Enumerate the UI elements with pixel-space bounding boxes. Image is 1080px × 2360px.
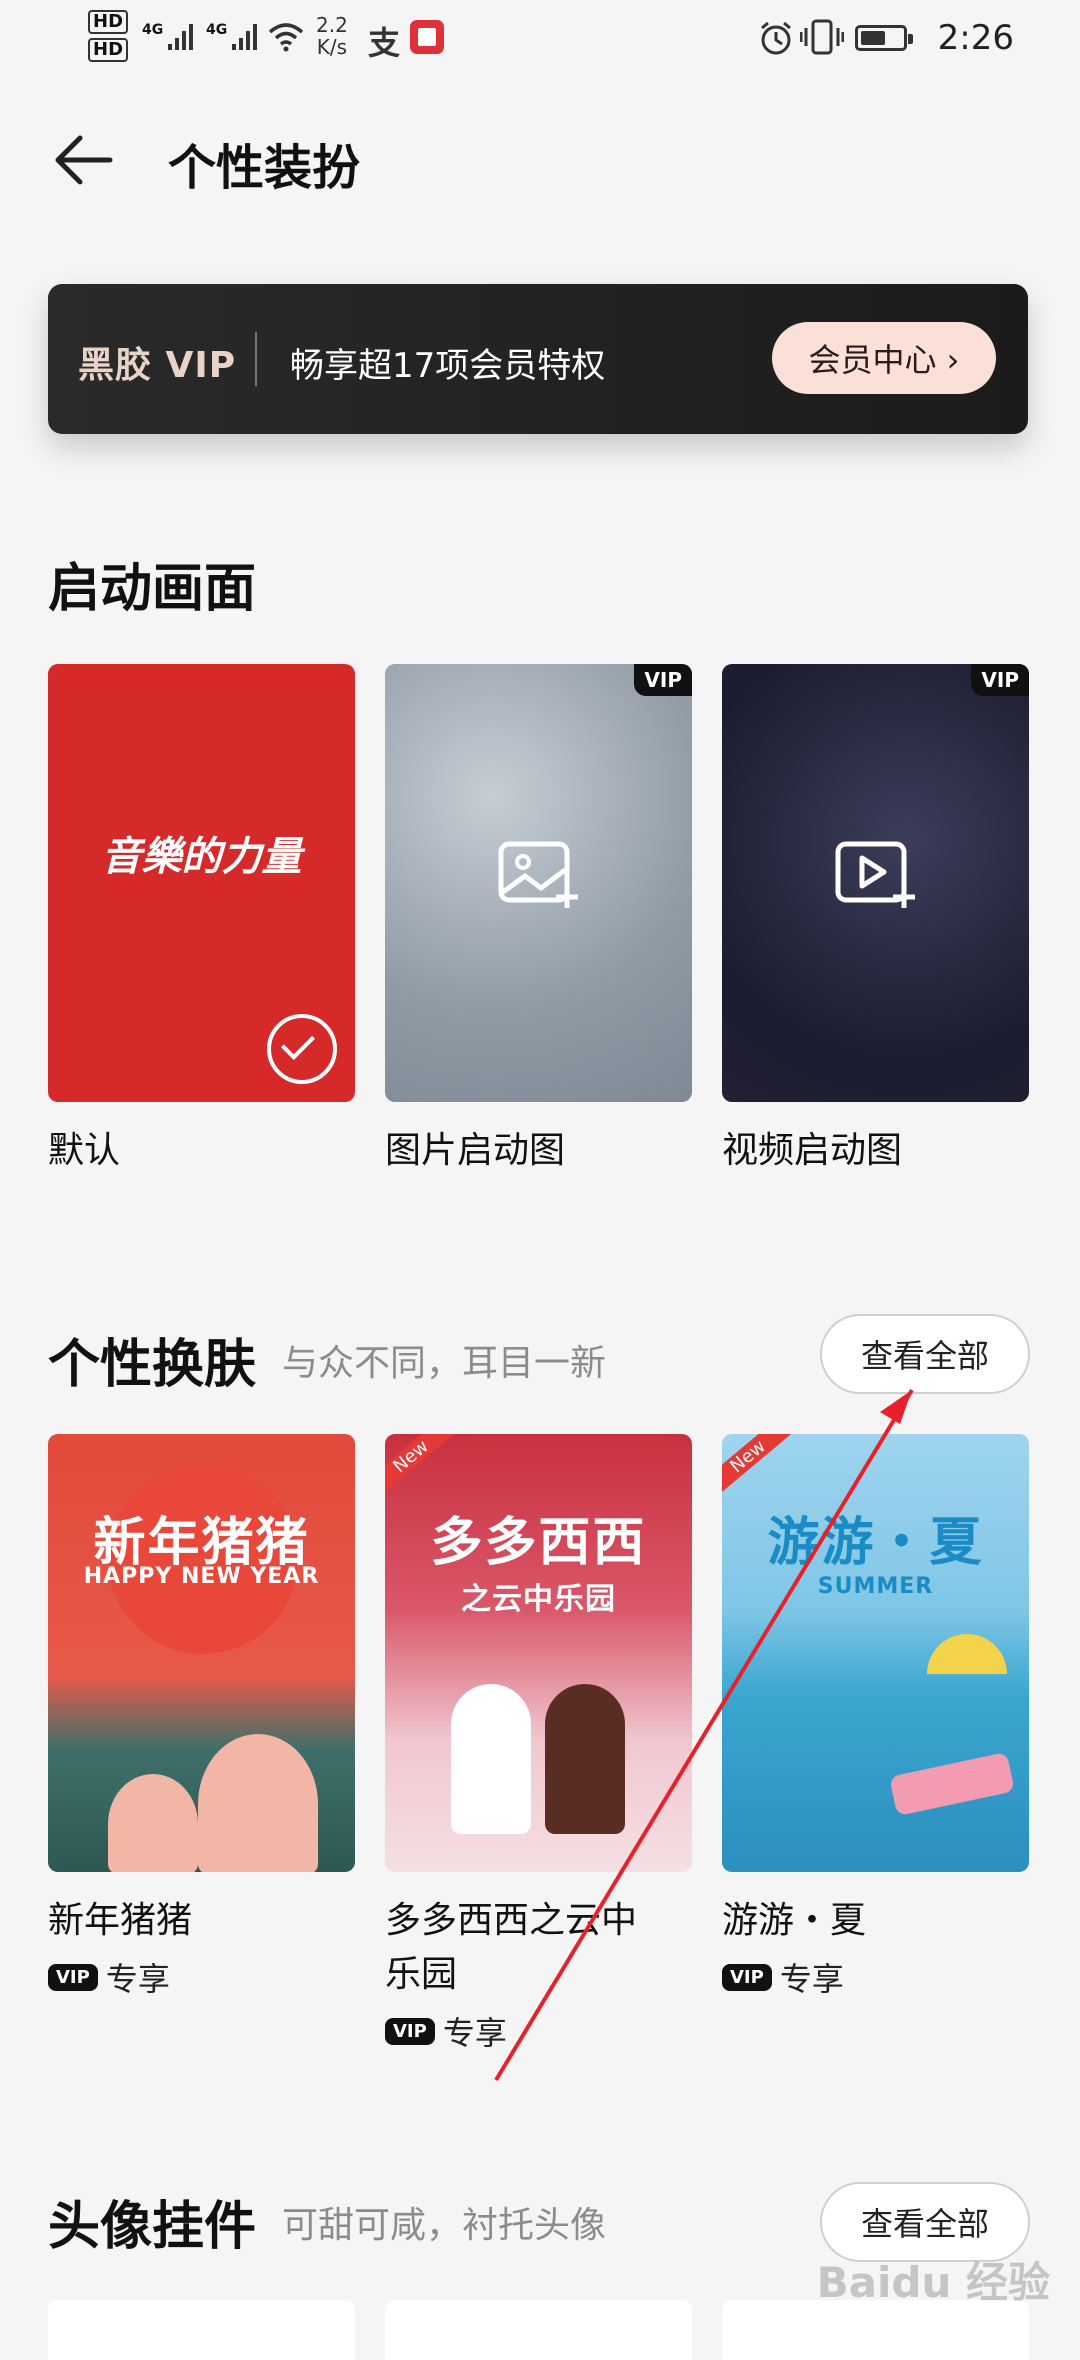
back-arrow-icon[interactable] [50,130,120,190]
member-center-button[interactable]: 会员中心 › [772,322,996,394]
section-title-avatar: 头像挂件 [48,2197,257,2257]
startup-label-video: 视频启动图 [722,1130,903,1171]
vibrate-icon [800,19,844,55]
startup-card-image[interactable]: VIP [385,664,692,1102]
new-tag: New [722,1434,794,1497]
section-subtitle-skins: 与众不同，耳目一新 [282,1343,607,1384]
signal-icon [168,24,193,50]
avatar-card[interactable] [385,2300,692,2360]
hd-indicator: HD [88,10,129,34]
wifi-icon [268,23,304,52]
new-tag: New [385,1434,457,1497]
vip-exclusive: VIP 专享 [722,1954,844,2000]
vip-badge: VIP [971,664,1029,696]
vip-banner[interactable]: 黑胶 VIP 畅享超17项会员特权 会员中心 › [48,284,1028,434]
startup-card-video[interactable]: VIP [722,664,1029,1102]
image-add-icon [498,841,578,908]
skin-art-subtitle: HAPPY NEW YEAR [83,1564,320,1589]
skin-art-subtitle: SUMMER [817,1574,934,1599]
section-title-startup: 启动画面 [48,559,257,619]
alipay-icon: 支 [368,24,401,62]
selected-check-icon [267,1014,337,1084]
skin-label: 游游・夏 [722,1900,867,1941]
startup-label-image: 图片启动图 [385,1130,566,1171]
divider [255,332,257,386]
section-subtitle-avatar: 可甜可咸，衬托头像 [282,2205,607,2246]
avatar-card[interactable] [48,2300,355,2360]
alarm-icon [761,21,791,55]
skin-label: 多多西西之云中 乐园 [385,1900,638,1995]
video-add-icon [835,841,915,908]
skins-view-all-button[interactable]: 查看全部 [820,1314,1030,1394]
status-bar: HD HD 4G 4G 2.2 K/s 支 2:26 [0,0,1080,80]
vip-badge: VIP [722,1963,772,1991]
signal-icon [232,24,257,50]
vip-logo: 黑胶 VIP [78,345,237,386]
skin-art-title: 游游・夏 [767,1513,984,1573]
battery-icon [855,25,913,51]
clock: 2:26 [937,18,1014,58]
vip-badge: VIP [385,2017,435,2045]
skin-art-title: 多多西西 [430,1513,647,1573]
vip-exclusive: VIP 专享 [48,1954,170,2000]
startup-label-default: 默认 [48,1130,121,1171]
network-type: 4G [206,22,228,38]
watermark: Baidu 经验 [816,2258,1050,2307]
skin-label: 新年猪猪 [48,1900,193,1941]
skin-card-new-year-pig[interactable]: 新年猪猪 HAPPY NEW YEAR [48,1434,355,1872]
book-app-icon [410,20,444,54]
startup-art-text: 音樂的力量 [101,834,302,880]
skin-card-duoduo-xixi[interactable]: New 多多西西 之云中乐园 [385,1434,692,1872]
startup-card-default[interactable]: 音樂的力量 [48,664,355,1102]
vip-benefits-text: 畅享超17项会员特权 [290,346,606,386]
network-speed: 2.2 K/s [316,13,348,59]
network-type: 4G [142,22,164,38]
vip-exclusive: VIP 专享 [385,2008,507,2054]
skin-art-subtitle: 之云中乐园 [461,1582,616,1617]
vip-badge: VIP [634,664,692,696]
vip-badge: VIP [48,1963,98,1991]
page-title: 个性装扮 [168,140,361,196]
section-title-skins: 个性换肤 [48,1335,257,1395]
hd-indicator: HD [88,38,129,62]
skin-card-summer[interactable]: New 游游・夏 SUMMER [722,1434,1029,1872]
